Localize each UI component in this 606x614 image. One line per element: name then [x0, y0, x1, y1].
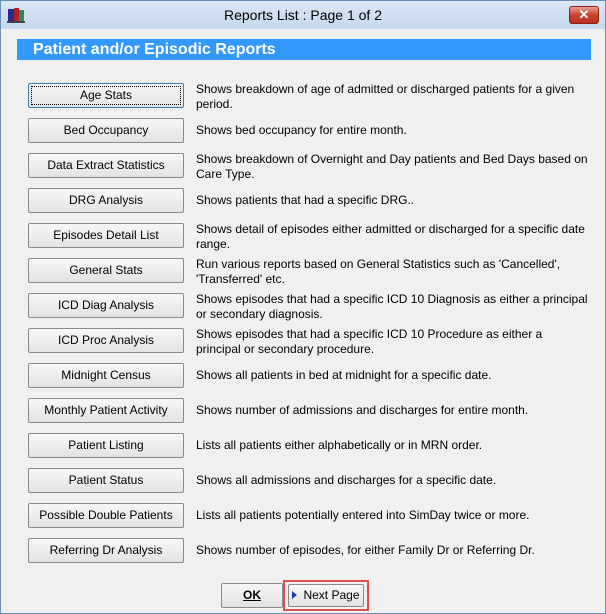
report-description: Shows breakdown of age of admitted or di… — [196, 82, 575, 111]
report-row: Patient Status Shows all admissions and … — [28, 467, 588, 497]
next-page-label: Next Page — [303, 588, 360, 602]
next-page-highlight: Next Page — [283, 580, 369, 611]
age-stats-button[interactable]: Age Stats — [28, 83, 184, 108]
report-row: Monthly Patient Activity Shows number of… — [28, 397, 588, 427]
report-description: Run various reports based on General Sta… — [196, 257, 561, 286]
title-bar[interactable]: Reports List : Page 1 of 2 ✕ — [1, 1, 605, 29]
episodes-detail-list-button[interactable]: Episodes Detail List — [28, 223, 184, 248]
report-description: Shows number of admissions and discharge… — [196, 403, 529, 417]
report-row: Referring Dr Analysis Shows number of ep… — [28, 537, 588, 567]
possible-double-patients-button[interactable]: Possible Double Patients — [28, 503, 184, 528]
report-description: Shows all admissions and discharges for … — [196, 473, 497, 487]
report-description: Shows number of episodes, for either Fam… — [196, 543, 535, 557]
monthly-patient-activity-button[interactable]: Monthly Patient Activity — [28, 398, 184, 423]
report-row: Episodes Detail List Shows detail of epi… — [28, 222, 588, 252]
report-row: ICD Proc Analysis Shows episodes that ha… — [28, 327, 588, 357]
section-header: Patient and/or Episodic Reports — [17, 39, 591, 60]
report-row: Midnight Census Shows all patients in be… — [28, 362, 588, 392]
report-description: Shows bed occupancy for entire month. — [196, 123, 407, 137]
ok-button[interactable]: OK — [221, 583, 283, 608]
report-row: General Stats Run various reports based … — [28, 257, 588, 287]
report-row: Bed Occupancy Shows bed occupancy for en… — [28, 117, 588, 147]
bed-occupancy-button[interactable]: Bed Occupancy — [28, 118, 184, 143]
data-extract-statistics-button[interactable]: Data Extract Statistics — [28, 153, 184, 178]
patient-listing-button[interactable]: Patient Listing — [28, 433, 184, 458]
report-description: Shows breakdown of Overnight and Day pat… — [196, 152, 588, 181]
report-description: Lists all patients potentially entered i… — [196, 508, 530, 522]
report-row: Patient Listing Lists all patients eithe… — [28, 432, 588, 462]
next-page-button[interactable]: Next Page — [288, 584, 364, 607]
client-area: Patient and/or Episodic Reports Age Stat… — [8, 30, 598, 611]
report-row: Age Stats Shows breakdown of age of admi… — [28, 82, 588, 112]
report-description: Shows episodes that had a specific ICD 1… — [196, 327, 543, 356]
report-row: Data Extract Statistics Shows breakdown … — [28, 152, 588, 182]
drg-analysis-button[interactable]: DRG Analysis — [28, 188, 184, 213]
general-stats-button[interactable]: General Stats — [28, 258, 184, 283]
report-description: Shows episodes that had a specific ICD 1… — [196, 292, 588, 321]
patient-status-button[interactable]: Patient Status — [28, 468, 184, 493]
report-description: Lists all patients either alphabetically… — [196, 438, 483, 452]
close-button[interactable]: ✕ — [569, 6, 599, 24]
report-row: Possible Double Patients Lists all patie… — [28, 502, 588, 532]
icd-proc-analysis-button[interactable]: ICD Proc Analysis — [28, 328, 184, 353]
report-row: ICD Diag Analysis Shows episodes that ha… — [28, 292, 588, 322]
icd-diag-analysis-button[interactable]: ICD Diag Analysis — [28, 293, 184, 318]
report-description: Shows detail of episodes either admitted… — [196, 222, 585, 251]
report-description: Shows patients that had a specific DRG.. — [196, 193, 415, 207]
report-row: DRG Analysis Shows patients that had a s… — [28, 187, 588, 217]
play-arrow-icon — [292, 590, 298, 599]
referring-dr-analysis-button[interactable]: Referring Dr Analysis — [28, 538, 184, 563]
report-description: Shows all patients in bed at midnight fo… — [196, 368, 492, 382]
window-title: Reports List : Page 1 of 2 — [224, 7, 382, 23]
midnight-census-button[interactable]: Midnight Census — [28, 363, 184, 388]
reports-list-window: Reports List : Page 1 of 2 ✕ Patient and… — [0, 0, 606, 614]
